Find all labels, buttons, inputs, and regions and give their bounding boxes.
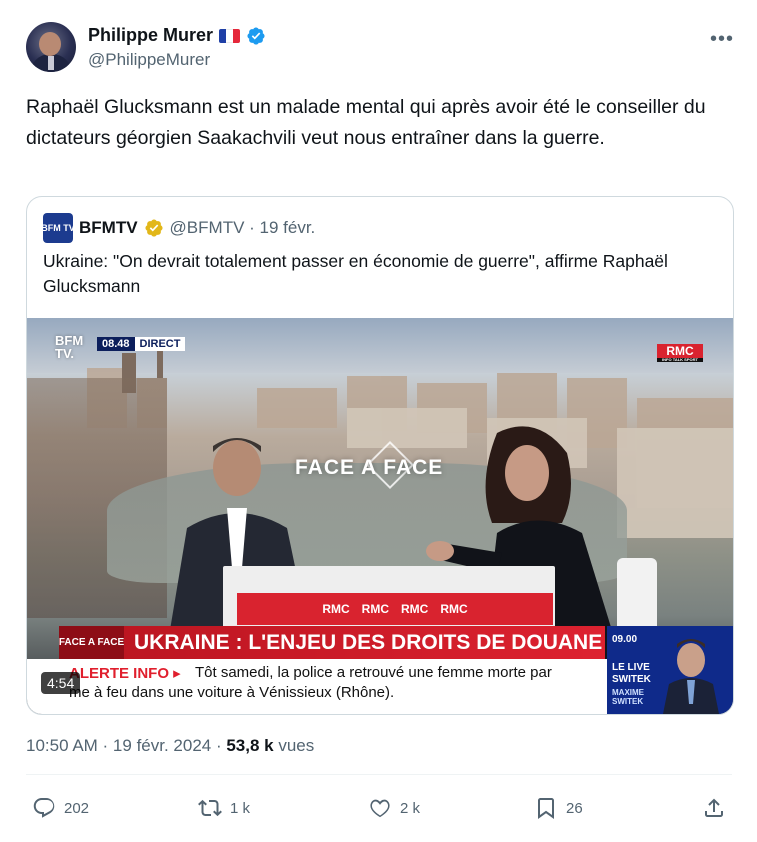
like-button[interactable]: 2 k: [368, 796, 420, 820]
avatar-tie: [48, 56, 54, 70]
news-ticker: ALERTE INFO ▸ Tôt samedi, la police a re…: [27, 659, 607, 714]
live-time-badge: 08.48 DIRECT: [97, 337, 186, 351]
share-icon: [705, 798, 723, 817]
desk-label: RMC: [322, 602, 350, 616]
desk-label: RMC: [361, 602, 389, 616]
headline-banner: FACE A FACE UKRAINE : L'ENJEU DES DROITS…: [59, 626, 605, 659]
more-options-icon[interactable]: •••: [710, 28, 734, 51]
banner-headline: UKRAINE : L'ENJEU DES DROITS DE DOUANE: [134, 630, 603, 654]
reply-count: 202: [64, 799, 90, 817]
author-handle[interactable]: @PhilippeMurer: [88, 50, 210, 70]
bookmark-icon: [538, 798, 554, 819]
verified-badge-icon: [247, 26, 265, 45]
direct-label: DIRECT: [134, 337, 186, 351]
repost-icon: [198, 799, 222, 817]
desk-logo-strip: RMC RMC RMC RMC: [237, 593, 553, 625]
alert-info-label: ALERTE INFO ▸: [69, 665, 181, 682]
views-count: 53,8 k: [226, 736, 274, 755]
reply-button[interactable]: 202: [32, 796, 89, 820]
action-bar: 202 1 k 2 k 26: [26, 790, 732, 832]
gold-verified-badge-icon: [145, 219, 163, 237]
banner-show-tag: FACE A FACE: [59, 626, 124, 659]
bookmark-count: 26: [566, 799, 583, 817]
avatar-face: [39, 32, 61, 56]
author-name[interactable]: Philippe Murer: [88, 25, 213, 46]
broadcast-time: 08.48: [97, 337, 135, 351]
ticker-line-1: Tôt samedi, la police a retrouvé une fem…: [195, 664, 552, 681]
video-player[interactable]: FACE A FACE RMC RMC RMC RMC BFM TV. 08.4…: [27, 318, 733, 714]
bfmtv-logo: BFM TV: [41, 213, 75, 243]
tweet-timestamp[interactable]: 10:50 AM · 19 févr. 2024 ·: [26, 736, 226, 755]
repost-count: 1 k: [230, 799, 251, 817]
meta-divider: [26, 774, 732, 775]
bookmark-button[interactable]: 26: [534, 796, 583, 820]
tweet-meta: 10:50 AM · 19 févr. 2024 · 53,8 k vues: [26, 736, 314, 756]
reply-icon: [33, 798, 55, 818]
like-count: 2 k: [400, 799, 421, 817]
next-show-title: LE LIVE SWITEK: [612, 662, 651, 685]
next-show-time: 09.00: [612, 634, 638, 645]
french-flag-icon: [219, 28, 241, 43]
quoted-tweet-card[interactable]: BFM TV BFMTV @BFMTV · 19 févr. Ukraine: …: [26, 196, 734, 715]
share-button[interactable]: [702, 796, 726, 820]
desk-label: RMC: [440, 602, 468, 616]
tweet-text: Raphaël Glucksmann est un malade mental …: [26, 96, 706, 149]
quoted-author-name[interactable]: BFMTV: [79, 218, 138, 238]
quoted-tweet-header: BFM TV BFMTV @BFMTV · 19 févr.: [41, 213, 316, 243]
heart-icon: [370, 799, 390, 818]
author-name-row[interactable]: Philippe Murer: [88, 25, 266, 46]
next-show-panel: 09.00 LE LIVE SWITEK MAXIME SWITEK: [607, 626, 733, 714]
quoted-tweet-text: Ukraine: "On devrait totalement passer e…: [43, 251, 668, 296]
rmc-logo: RMC INFO TALK SPORT: [657, 344, 703, 362]
desk-label: RMC: [401, 602, 429, 616]
next-show-presenter: MAXIME SWITEK: [612, 688, 644, 706]
rmc-logo-text: RMC: [666, 344, 694, 358]
presenter-thumbnail: [663, 639, 719, 714]
ticker-line-2: me à feu dans une voiture à Vénissieux (…: [69, 684, 395, 701]
video-duration-badge: 4:54: [41, 672, 81, 694]
rmc-logo-subtitle: INFO TALK SPORT: [657, 358, 703, 362]
repost-button[interactable]: 1 k: [198, 796, 250, 820]
quoted-handle-date[interactable]: @BFMTV · 19 févr.: [170, 218, 316, 238]
views-label: vues: [273, 736, 315, 755]
bfmtv-channel-logo: BFM TV.: [55, 333, 84, 361]
author-avatar[interactable]: [26, 22, 76, 72]
